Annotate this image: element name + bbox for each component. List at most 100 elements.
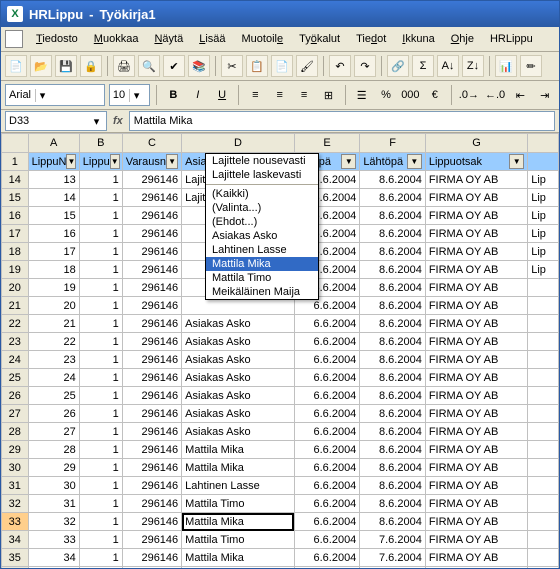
menu-hrlippu[interactable]: HRLippu [483,31,540,47]
filter-option[interactable]: Mattila Timo [206,271,318,285]
cell[interactable] [528,513,559,531]
row-header-14[interactable]: 14 [2,171,29,189]
sort-desc-button[interactable]: Z↓ [462,55,484,77]
preview-button[interactable]: 🔍 [138,55,160,77]
percent-button[interactable]: % [376,84,396,106]
row-header-20[interactable]: 20 [2,279,29,297]
cell[interactable]: Lip [528,225,559,243]
cell[interactable]: Asiakas Asko [182,387,295,405]
cell[interactable]: Lip [528,171,559,189]
cell[interactable]: 8.6.2004 [360,459,426,477]
comma-button[interactable]: 000 [400,84,420,106]
cell[interactable]: FIRMA OY AB [425,315,527,333]
cell[interactable]: 8.6.2004 [360,207,426,225]
decrease-indent-button[interactable]: ⇤ [510,84,530,106]
cell[interactable]: 296146 [122,405,181,423]
row-header-18[interactable]: 18 [2,243,29,261]
cell[interactable]: 8.6.2004 [360,441,426,459]
cell[interactable]: Lahtinen Lasse [182,477,295,495]
cell[interactable]: 6.6.2004 [294,315,360,333]
cell[interactable]: Mattila Timo [182,531,295,549]
col-header-D[interactable]: D [182,134,295,153]
filter-header-2[interactable]: Varausn▼ [122,153,181,171]
bold-button[interactable]: B [163,84,183,106]
cell[interactable]: 8.6.2004 [360,315,426,333]
cell[interactable]: 21 [28,315,79,333]
cell[interactable] [528,495,559,513]
col-header-C[interactable]: C [122,134,181,153]
cell[interactable]: 28 [28,441,79,459]
font-size-combo[interactable]: 10 ▾ [109,84,150,106]
row-header-25[interactable]: 25 [2,369,29,387]
cell[interactable]: 1 [79,189,122,207]
cell[interactable]: FIRMA OY AB [425,387,527,405]
cell[interactable]: 30 [28,477,79,495]
cell[interactable]: 1 [79,261,122,279]
cell[interactable]: Mattila Mika [182,567,295,569]
cell[interactable]: FIRMA OY AB [425,549,527,567]
filter-option[interactable]: (Valinta...) [206,201,318,215]
cell[interactable]: 34 [28,549,79,567]
cell[interactable]: 1 [79,333,122,351]
cell[interactable]: 296146 [122,279,181,297]
cell[interactable]: 6.6.2004 [294,513,360,531]
sort-asc-button[interactable]: A↓ [437,55,459,77]
cell[interactable] [528,369,559,387]
filter-arrow-icon[interactable]: ▼ [407,154,422,169]
cut-button[interactable]: ✂ [221,55,243,77]
row-header-21[interactable]: 21 [2,297,29,315]
cell[interactable]: 23 [28,351,79,369]
cell[interactable]: 7.6.2004 [360,531,426,549]
cell[interactable]: FIRMA OY AB [425,351,527,369]
cell[interactable]: FIRMA OY AB [425,477,527,495]
cell[interactable]: 8.6.2004 [360,405,426,423]
format-painter-button[interactable]: 🖌 [296,55,318,77]
cell[interactable] [528,441,559,459]
cell[interactable]: 296146 [122,207,181,225]
copy-button[interactable]: 📋 [246,55,268,77]
cell[interactable]: 1 [79,243,122,261]
cell[interactable] [528,531,559,549]
cell[interactable]: 1 [79,171,122,189]
row-header-16[interactable]: 16 [2,207,29,225]
cell[interactable] [528,351,559,369]
cell[interactable]: 296146 [122,333,181,351]
align-right-button[interactable]: ≡ [294,84,314,106]
menu-tools[interactable]: Työkalut [292,31,347,47]
decrease-decimal-button[interactable]: ←.0 [484,84,506,106]
euro-button[interactable]: € [425,84,445,106]
cell[interactable]: 6.6.2004 [294,333,360,351]
row-header-36[interactable]: 36 [2,567,29,569]
formula-input[interactable]: Mattila Mika [129,111,555,131]
row-header-23[interactable]: 23 [2,333,29,351]
cell[interactable]: 296146 [122,495,181,513]
cell[interactable]: 296146 [122,189,181,207]
filter-arrow-icon[interactable]: ▼ [509,154,524,169]
cell[interactable]: 6.6.2004 [294,459,360,477]
filter-option[interactable]: Lahtinen Lasse [206,243,318,257]
cell[interactable]: FIRMA OY AB [425,441,527,459]
open-button[interactable]: 📂 [30,55,52,77]
cell[interactable]: FIRMA OY AB [425,207,527,225]
name-box[interactable]: D33 ▾ [5,111,107,131]
menu-data[interactable]: Tiedot [349,31,393,47]
cell[interactable]: 14 [28,189,79,207]
cell[interactable]: Asiakas Asko [182,405,295,423]
cell[interactable]: 296146 [122,225,181,243]
row-header-26[interactable]: 26 [2,387,29,405]
drawing-button[interactable]: ✏ [520,55,542,77]
filter-option-selected[interactable]: Mattila Mika [206,257,318,271]
cell[interactable] [528,279,559,297]
cell[interactable]: 8.6.2004 [360,171,426,189]
cell[interactable]: 1 [79,207,122,225]
cell[interactable]: Lip [528,207,559,225]
cell[interactable]: 296146 [122,387,181,405]
cell[interactable]: 18 [28,261,79,279]
row-header-28[interactable]: 28 [2,423,29,441]
cell[interactable]: 8.6.2004 [360,243,426,261]
row-header-1[interactable]: 1 [2,153,29,171]
cell[interactable]: 1 [79,513,122,531]
select-all-corner[interactable] [2,134,29,153]
cell[interactable]: 6.6.2004 [294,423,360,441]
cell[interactable]: Lip [528,261,559,279]
